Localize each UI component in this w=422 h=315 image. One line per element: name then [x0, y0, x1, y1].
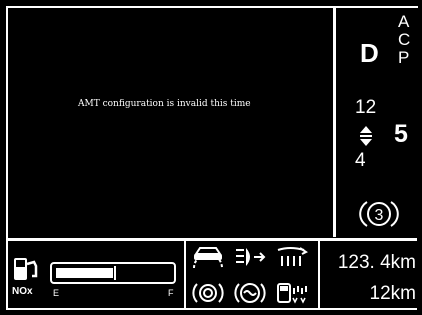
- gear-mode: D: [360, 38, 379, 68]
- mode-letter: A: [398, 12, 410, 31]
- start-gear-number: 3: [375, 207, 384, 224]
- odometer-trip: 12km: [369, 283, 416, 304]
- fuel-gauge: [50, 262, 176, 284]
- fuel-full-label: F: [168, 288, 174, 298]
- current-gear: 5: [394, 120, 408, 148]
- mode-letter: P: [398, 48, 410, 67]
- gear-range-bottom: 4: [355, 150, 366, 171]
- divider: [184, 241, 186, 309]
- start-gear-indicator: 3: [359, 201, 399, 227]
- divider: [333, 8, 336, 237]
- divider: [6, 240, 8, 310]
- mode-letter: C: [398, 30, 411, 49]
- brake-warning-icon: [192, 283, 224, 303]
- gear-range-top: 12: [355, 97, 377, 118]
- headlight-leveling-icon: [236, 248, 266, 266]
- up-down-arrows-icon: [360, 126, 372, 146]
- divider: [6, 308, 417, 310]
- dashboard-screen: AMT configuration is invalid this time D…: [0, 0, 422, 315]
- status-message: AMT configuration is invalid this time: [78, 99, 251, 109]
- fuel-gauge-tick: [114, 266, 116, 280]
- fuel-pump-icon: [14, 258, 38, 280]
- odometer-total: 123. 4km: [337, 252, 416, 273]
- nox-label: NOx: [12, 286, 33, 297]
- fuel-level-fill: [56, 268, 113, 278]
- tire-pressure-icon: [234, 283, 266, 303]
- divider: [6, 238, 417, 241]
- divider: [318, 241, 320, 309]
- driver-assist-warning-icon: [193, 247, 223, 269]
- rear-fog-defrost-icon: [277, 247, 308, 266]
- fuel-empty-label: E: [53, 288, 60, 298]
- fuel-filter-icon: [277, 283, 307, 304]
